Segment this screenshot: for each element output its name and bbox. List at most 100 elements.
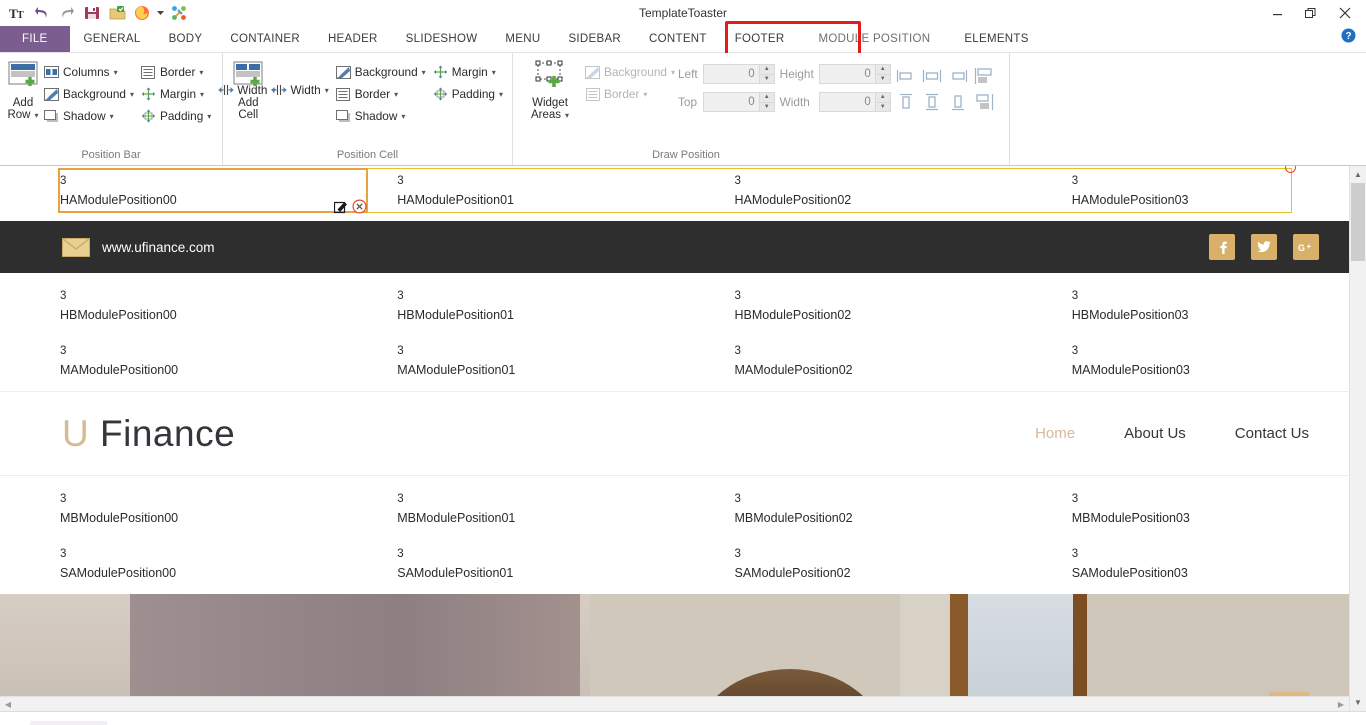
vscroll-down-icon[interactable]: ▼ xyxy=(1350,694,1366,711)
module-cell-sa-00[interactable]: 3 SAModulePosition00 xyxy=(0,539,337,594)
width-spin-arrows[interactable]: ▲ ▼ xyxy=(875,93,890,111)
module-cell-ma-00[interactable]: 3 MAModulePosition00 xyxy=(0,336,337,391)
align-right-icon[interactable] xyxy=(947,65,969,87)
columns-button[interactable]: Columns ▾ xyxy=(40,61,137,83)
shadow-caret-icon[interactable]: ▾ xyxy=(110,112,114,121)
module-cell-sa-03[interactable]: 3 SAModulePosition03 xyxy=(1012,539,1349,594)
tab-module-position[interactable]: MODULE POSITION xyxy=(798,26,950,52)
template-preview[interactable]: 3 HAModulePosition00 3 HAModulePosition0… xyxy=(0,166,1349,711)
margin-caret-icon[interactable]: ▾ xyxy=(200,90,204,99)
tab-container[interactable]: CONTAINER xyxy=(216,26,314,52)
vertical-scrollbar[interactable]: ▲ ▼ xyxy=(1349,166,1366,711)
tab-header[interactable]: HEADER xyxy=(314,26,392,52)
background-button-bar[interactable]: Background ▾ xyxy=(40,83,137,105)
googleplus-icon[interactable]: G+ xyxy=(1293,234,1319,260)
border-button-bar[interactable]: Border ▾ xyxy=(137,61,214,83)
left-spin-arrows[interactable]: ▲ ▼ xyxy=(759,65,774,83)
module-cell-ha-02[interactable]: 3 HAModulePosition02 xyxy=(675,166,1012,221)
make-same-width-icon[interactable] xyxy=(973,65,995,87)
tab-content[interactable]: CONTENT xyxy=(635,26,721,52)
facebook-icon[interactable] xyxy=(1209,234,1235,260)
add-cell-button[interactable]: Add Cell xyxy=(229,57,268,122)
nav-item-about-us[interactable]: About Us xyxy=(1124,425,1186,442)
module-cell-mb-01[interactable]: 3 MBModulePosition01 xyxy=(337,484,674,539)
export-icon[interactable] xyxy=(106,2,128,24)
module-cell-hb-02[interactable]: 3 HBModulePosition02 xyxy=(675,281,1012,336)
module-cell-hb-03[interactable]: 3 HBModulePosition03 xyxy=(1012,281,1349,336)
widget-areas-caret-icon[interactable]: ▾ xyxy=(565,111,569,120)
make-same-height-icon[interactable] xyxy=(973,91,995,113)
vscroll-up-icon[interactable]: ▲ xyxy=(1350,166,1366,183)
hscroll-right-icon[interactable]: ▶ xyxy=(1333,697,1349,711)
module-row-sa[interactable]: 3 SAModulePosition00 3 SAModulePosition0… xyxy=(0,539,1349,594)
hscroll-track[interactable] xyxy=(16,697,1333,711)
add-row-caret-icon[interactable]: ▾ xyxy=(35,111,39,120)
module-row-ha[interactable]: 3 HAModulePosition00 3 HAModulePosition0… xyxy=(0,166,1349,221)
tab-footer[interactable]: FOOTER xyxy=(721,26,799,52)
nav-item-home[interactable]: Home xyxy=(1035,425,1075,442)
module-cell-mb-03[interactable]: 3 MBModulePosition03 xyxy=(1012,484,1349,539)
module-row-ma[interactable]: 3 MAModulePosition00 3 MAModulePosition0… xyxy=(0,336,1349,391)
align-middle-vertical-icon[interactable] xyxy=(921,91,943,113)
text-tool-icon[interactable]: TT xyxy=(6,2,28,24)
site-logo[interactable]: U Finance xyxy=(62,413,235,455)
align-top-icon[interactable] xyxy=(895,91,917,113)
device-tab-mobile[interactable]: Mobile xyxy=(169,721,234,725)
twitter-icon[interactable] xyxy=(1251,234,1277,260)
redo-icon[interactable] xyxy=(56,2,78,24)
delete-cell-icon[interactable] xyxy=(352,199,367,219)
top-spin-up-icon[interactable]: ▲ xyxy=(760,93,774,103)
nav-item-contact-us[interactable]: Contact Us xyxy=(1235,425,1309,442)
height-spin-arrows[interactable]: ▲ ▼ xyxy=(875,65,890,83)
module-cell-ma-01[interactable]: 3 MAModulePosition01 xyxy=(337,336,674,391)
left-spin-down-icon[interactable]: ▼ xyxy=(760,75,774,84)
preview-firefox-icon[interactable] xyxy=(131,2,153,24)
padding-button-bar[interactable]: Padding ▾ xyxy=(137,105,214,127)
module-cell-ha-00[interactable]: 3 HAModulePosition00 xyxy=(0,166,337,221)
device-tab-desktop[interactable]: Desktop xyxy=(30,721,107,725)
tab-slideshow[interactable]: SLIDESHOW xyxy=(392,26,492,52)
horizontal-scrollbar[interactable]: ◀ ▶ xyxy=(0,696,1349,711)
tab-file[interactable]: FILE xyxy=(0,26,70,52)
hero-image[interactable]: ↑ xyxy=(0,594,1349,711)
shadow-caret-icon-cell[interactable]: ▾ xyxy=(401,112,405,121)
shadow-button-bar[interactable]: Shadow ▾ xyxy=(40,105,137,127)
save-icon[interactable] xyxy=(81,2,103,24)
module-cell-hb-01[interactable]: 3 HBModulePosition01 xyxy=(337,281,674,336)
background-caret-icon-cell[interactable]: ▾ xyxy=(422,68,426,77)
height-spinner[interactable]: ▲ ▼ xyxy=(819,64,891,84)
margin-caret-icon-cell[interactable]: ▾ xyxy=(492,68,496,77)
columns-caret-icon[interactable]: ▾ xyxy=(114,68,118,77)
left-input[interactable] xyxy=(704,65,759,83)
left-spinner[interactable]: ▲ ▼ xyxy=(703,64,775,84)
module-cell-mb-02[interactable]: 3 MBModulePosition02 xyxy=(675,484,1012,539)
width-caret-icon-cell[interactable]: ▾ xyxy=(325,86,329,95)
tab-menu[interactable]: MENU xyxy=(491,26,554,52)
align-bottom-icon[interactable] xyxy=(947,91,969,113)
width-input[interactable] xyxy=(820,93,875,111)
tab-elements[interactable]: ELEMENTS xyxy=(950,26,1042,52)
align-left-icon[interactable] xyxy=(895,65,917,87)
height-spin-down-icon[interactable]: ▼ xyxy=(876,75,890,84)
undo-icon[interactable] xyxy=(31,2,53,24)
width-spin-up-icon[interactable]: ▲ xyxy=(876,93,890,103)
padding-button-cell[interactable]: Padding ▾ xyxy=(429,83,506,105)
hscroll-left-icon[interactable]: ◀ xyxy=(0,697,16,711)
module-cell-ma-02[interactable]: 3 MAModulePosition02 xyxy=(675,336,1012,391)
add-row-button[interactable]: Add Row▾ xyxy=(6,57,40,123)
tab-sidebar[interactable]: SIDEBAR xyxy=(554,26,635,52)
minimize-button[interactable] xyxy=(1260,1,1294,25)
background-caret-icon[interactable]: ▾ xyxy=(130,90,134,99)
vscroll-track[interactable] xyxy=(1350,183,1366,694)
module-cell-hb-00[interactable]: 3 HBModulePosition00 xyxy=(0,281,337,336)
device-tab-tablet[interactable]: Tablet xyxy=(107,721,168,725)
joomla-icon[interactable] xyxy=(168,2,190,24)
module-cell-ma-03[interactable]: 3 MAModulePosition03 xyxy=(1012,336,1349,391)
top-input[interactable] xyxy=(704,93,759,111)
height-spin-up-icon[interactable]: ▲ xyxy=(876,65,890,75)
module-cell-sa-02[interactable]: 3 SAModulePosition02 xyxy=(675,539,1012,594)
close-button[interactable] xyxy=(1328,1,1362,25)
tab-body[interactable]: BODY xyxy=(155,26,217,52)
vscroll-thumb[interactable] xyxy=(1351,183,1365,261)
widget-areas-button[interactable]: Widget Areas▾ xyxy=(519,57,581,123)
